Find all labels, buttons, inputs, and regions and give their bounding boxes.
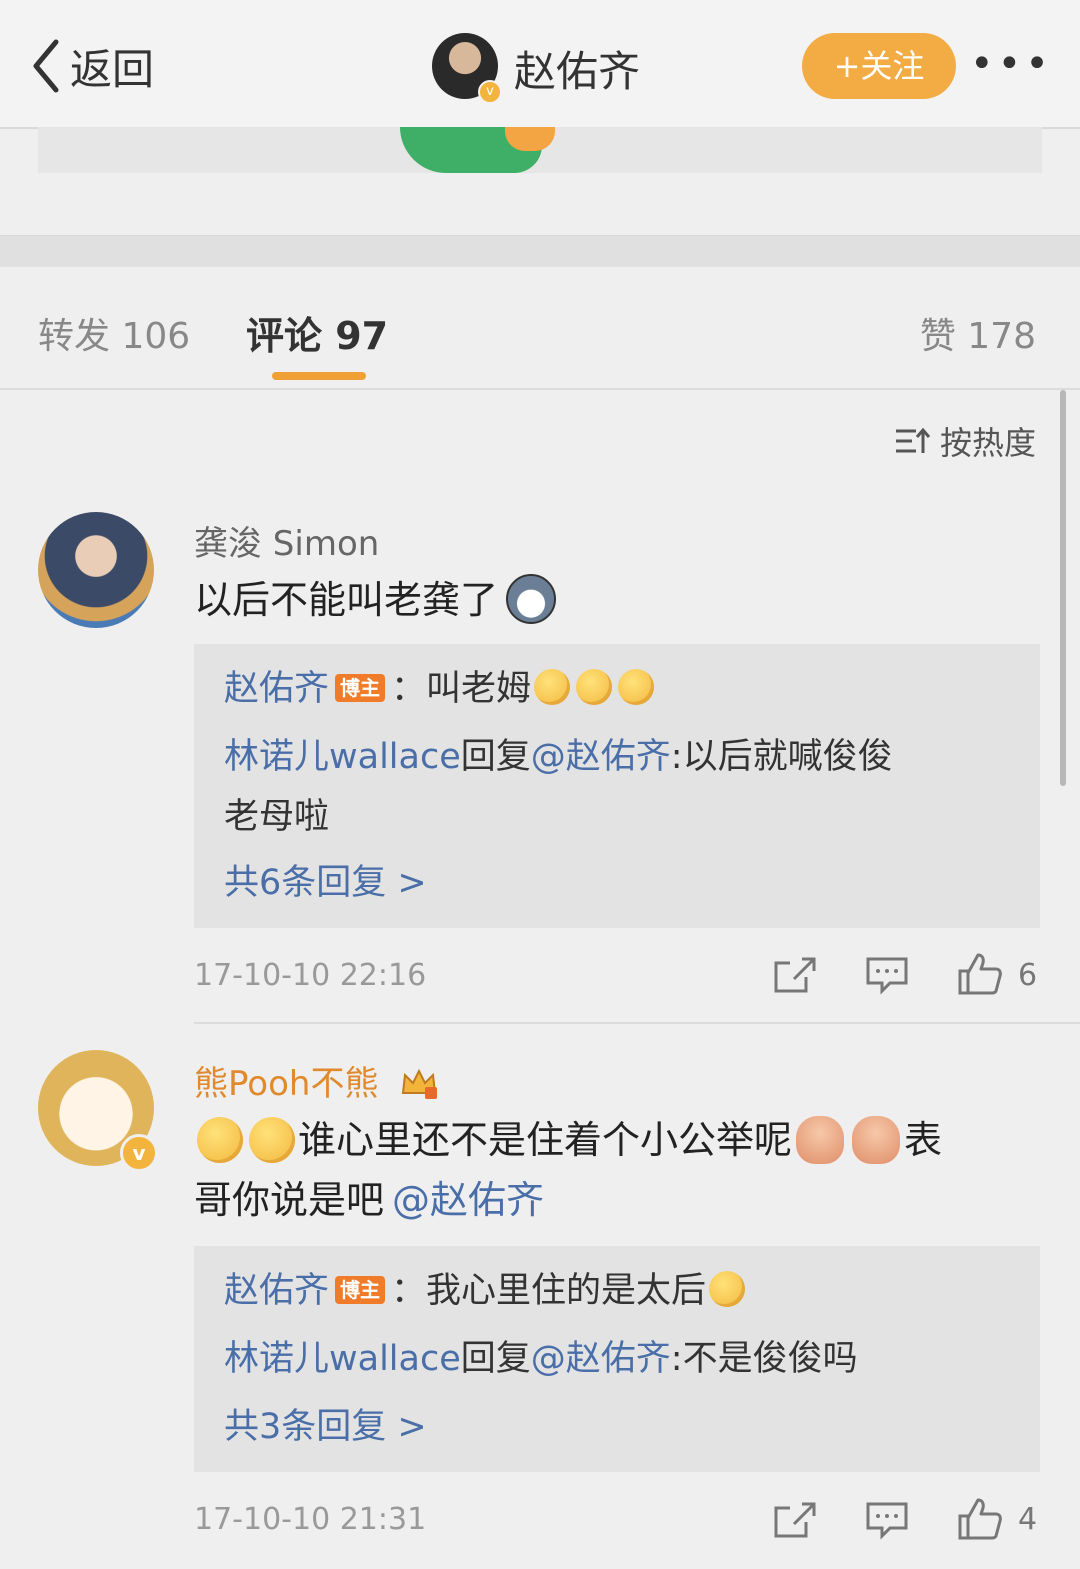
reply-mention[interactable]: @赵佑齐 [531,737,671,777]
more-options-button[interactable]: ••• [970,36,1050,96]
fan-blush-emoji-icon [852,1115,901,1164]
share-button[interactable] [772,955,818,995]
fan-blush-emoji-icon [796,1115,845,1164]
comment-mention[interactable]: @赵佑齐 [392,1178,544,1222]
share-icon [774,1502,816,1538]
comment-text-body: 哥你说是吧 [194,1178,385,1222]
covering-mouth-emoji-icon [709,1271,746,1307]
like-button[interactable] [956,951,1004,997]
covering-mouth-emoji-icon [576,669,613,705]
reply-author[interactable]: 林诺儿wallace [224,1339,461,1379]
comment-icon [866,1502,908,1540]
covering-mouth-emoji-icon [534,669,571,705]
husky-emoji-icon [506,573,557,624]
comment-timestamp: 17-10-10 22:16 [194,958,427,993]
tab-like[interactable]: 赞 178 [920,307,1036,359]
tab-repost[interactable]: 转发 106 [38,307,190,359]
top-bar: 返回 v 赵佑齐 +关注 ••• [0,0,1080,129]
scrollbar[interactable] [1060,390,1066,786]
thumbs-up-icon [958,1498,1002,1540]
comment-avatar[interactable] [38,512,154,628]
reply-author[interactable]: 赵佑齐 [224,1271,329,1311]
reply-author[interactable]: 赵佑齐 [224,669,329,709]
covering-mouth-emoji-icon [197,1116,243,1163]
author-badge: 博主 [335,674,386,702]
reply-prefix: 回复 [460,1339,531,1379]
share-button[interactable] [772,1500,818,1540]
reply-preview-box[interactable]: 赵佑齐 博主 ：我心里住的是太后 林诺儿wallace回复@赵佑齐:不是俊俊吗 共3… [194,1246,1040,1472]
comment-timestamp: 17-10-10 21:31 [194,1502,427,1537]
reply-button[interactable] [864,1500,910,1540]
comment-text-body: 谁心里还不是住着个小公举呢 [298,1118,793,1162]
view-more-replies-link[interactable]: 共3条回复 > [224,1398,427,1456]
reply-text: :以后就喊俊俊 [670,737,893,777]
share-icon [774,957,816,993]
reply-text: ：我心里住的是太后 [391,1271,707,1311]
sort-label: 按热度 [939,424,1036,462]
verified-badge-icon: v [120,1134,158,1172]
author-badge: 博主 [335,1276,386,1304]
reply-line-continued: 老母啦 [224,797,330,837]
like-button[interactable] [956,1496,1004,1542]
reply-line: 林诺儿wallace回复@赵佑齐:不是俊俊吗 [224,1330,858,1388]
comment-text-tail: 表 [904,1118,943,1162]
vip-crown-icon [402,1068,438,1099]
reply-text: ：叫老姆 [391,669,532,709]
chevron-left-icon [33,39,59,93]
like-count: 4 [1018,1502,1038,1537]
covering-mouth-emoji-icon [249,1116,295,1163]
like-count: 6 [1018,958,1038,993]
sort-icon [895,427,930,453]
section-divider [0,235,1080,268]
comment-username[interactable]: 龚浚 Simon [194,516,379,565]
comment-text-line2: 哥你说是吧 @赵佑齐 [194,1170,544,1230]
sort-toggle[interactable]: 按热度 [894,418,1036,464]
comment-divider [194,1022,1080,1024]
comment-icon [866,957,908,995]
reply-preview-box[interactable]: 赵佑齐 博主 ：叫老姆 林诺儿wallace回复@赵佑齐:以后就喊俊俊 老母啦 共6… [194,644,1040,928]
interaction-tabs: 转发 106 评论 97 赞 178 [0,267,1080,390]
comment-username-vip[interactable]: 熊Pooh不熊 [194,1056,439,1107]
active-tab-indicator [272,372,366,380]
comment-username[interactable]: 熊Pooh不熊 [194,1064,378,1104]
reply-prefix: 回复 [460,737,531,777]
thumbs-up-icon [958,953,1002,995]
reply-line: 赵佑齐 博主 ：我心里住的是太后 [224,1262,748,1320]
author-name[interactable]: 赵佑齐 [514,38,640,99]
back-button[interactable]: 返回 [30,36,154,96]
follow-button[interactable]: +关注 [802,33,956,99]
reply-mention[interactable]: @赵佑齐 [531,1339,671,1379]
comment-text: 以后不能叫老龚了 [194,570,557,632]
reply-line: 林诺儿wallace回复@赵佑齐:以后就喊俊俊 [224,728,1004,786]
view-more-replies-link[interactable]: 共6条回复 > [224,854,427,912]
tab-comment[interactable]: 评论 97 [246,305,388,360]
comment-text-body: 以后不能叫老龚了 [194,578,499,622]
back-label: 返回 [70,44,155,94]
reply-text: :不是俊俊吗 [670,1339,858,1379]
verified-badge-icon: v [478,80,502,104]
comment-text: 谁心里还不是住着个小公举呢 表 [194,1110,1044,1170]
reply-line: 赵佑齐 博主 ：叫老姆 [224,660,657,718]
reply-author[interactable]: 林诺儿wallace [224,737,461,777]
reply-button[interactable] [864,955,910,995]
covering-mouth-emoji-icon [618,669,655,705]
